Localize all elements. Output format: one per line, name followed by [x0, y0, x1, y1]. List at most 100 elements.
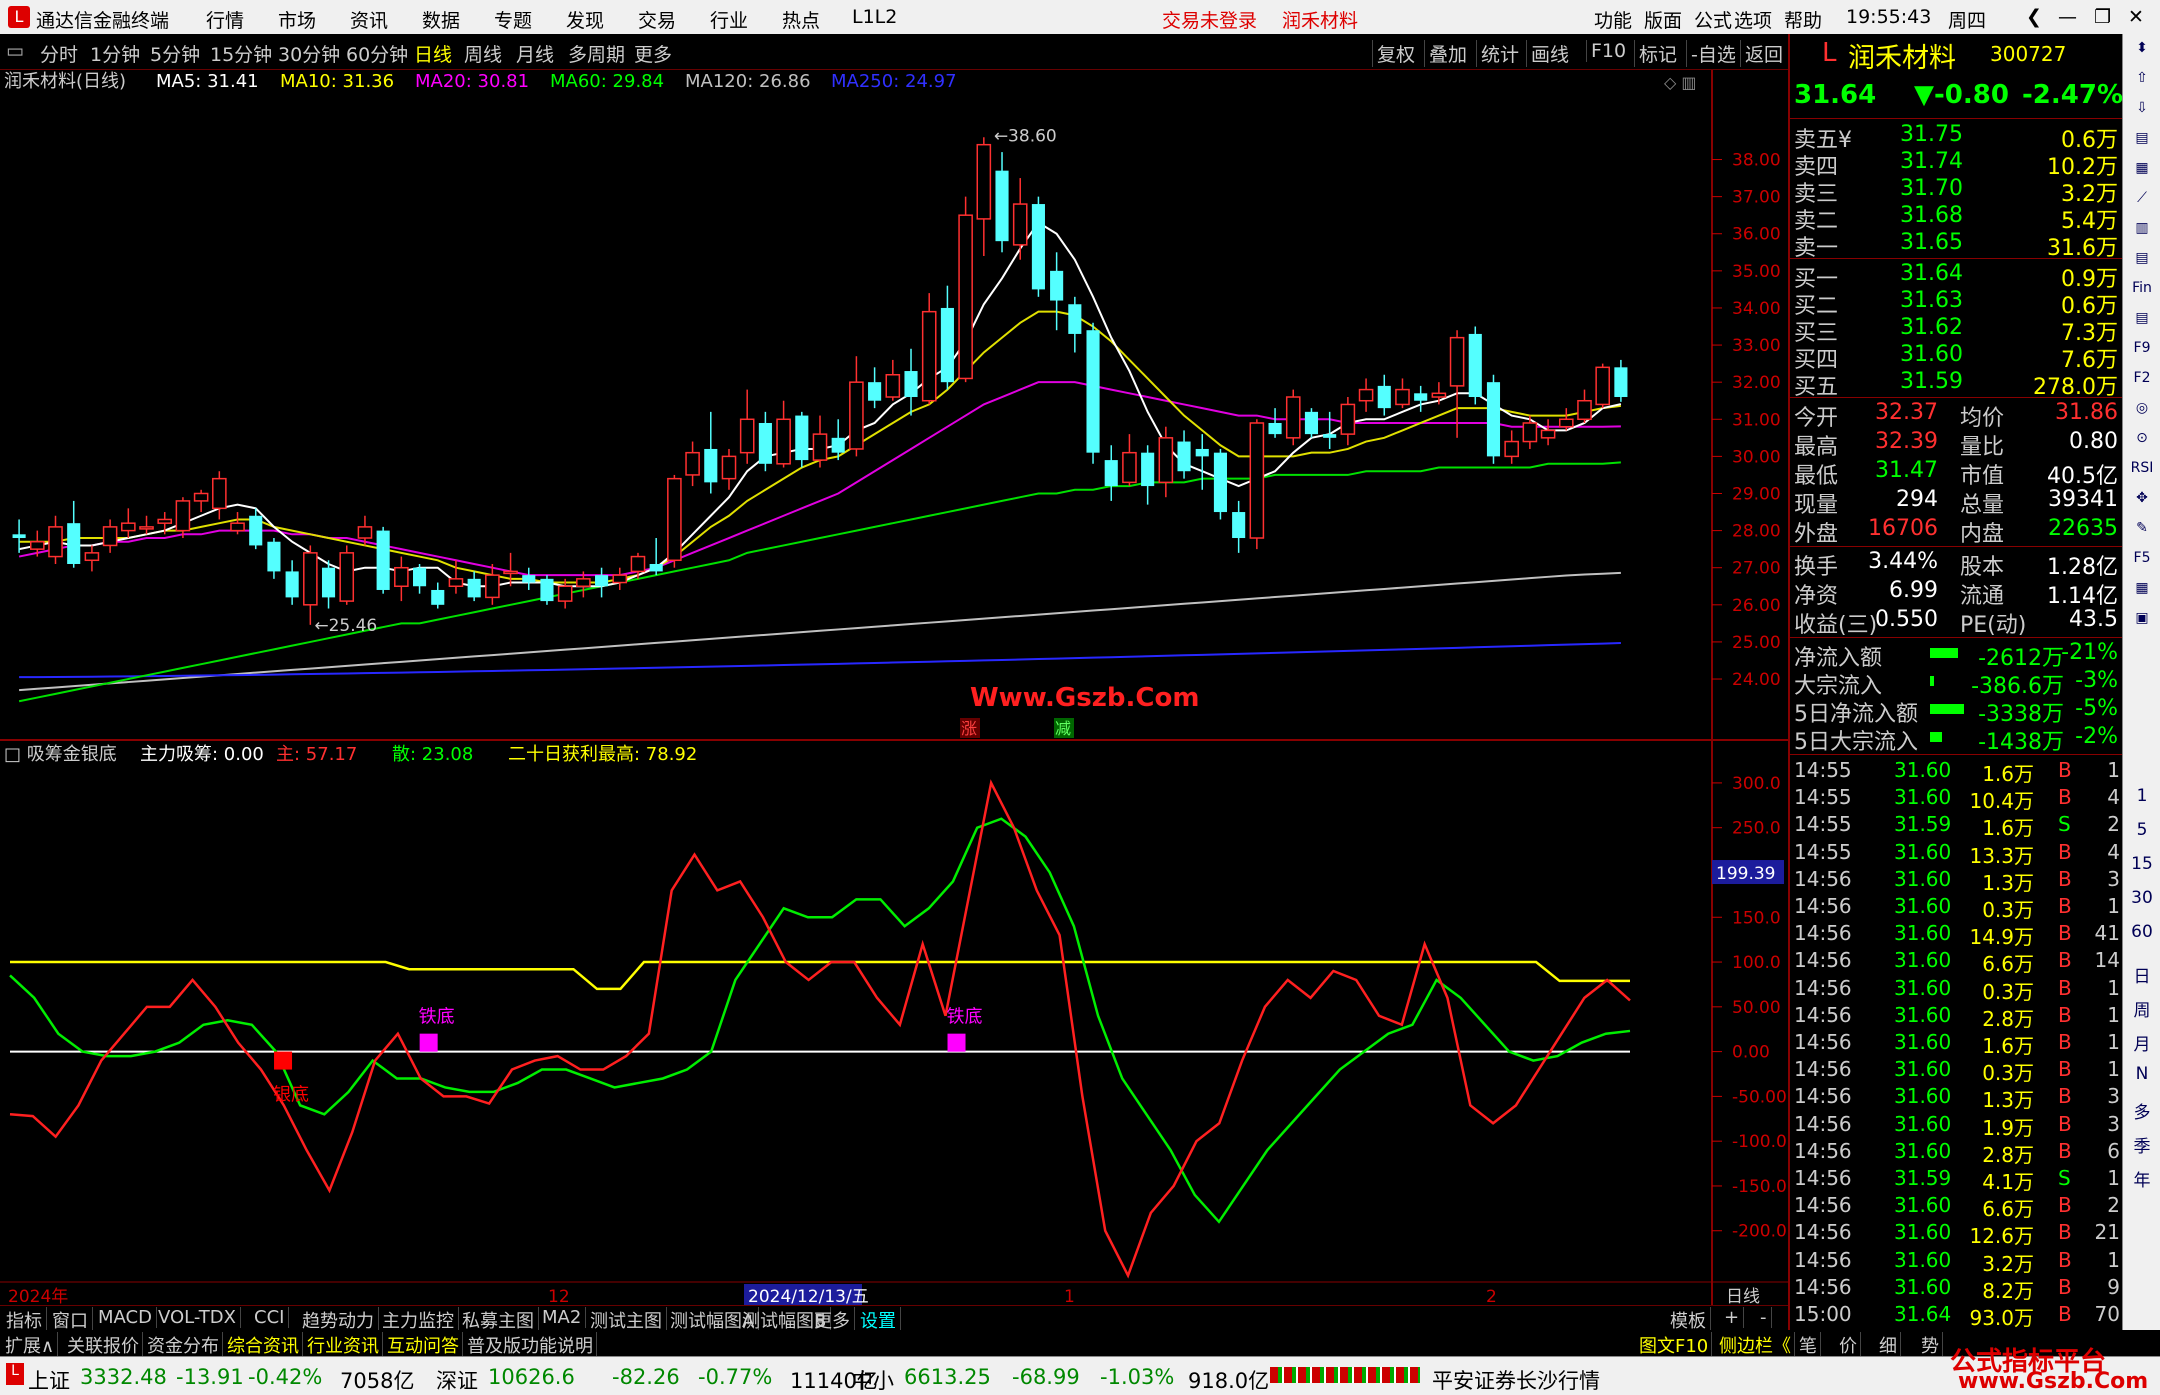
indicator-tab-8[interactable]: MA2: [538, 1307, 587, 1328]
chart-nav-icon[interactable]: ◇ ▥: [1664, 73, 1697, 92]
ext-tab-3[interactable]: 综合资讯: [224, 1332, 303, 1358]
ext-right-2[interactable]: 笔: [1796, 1332, 1821, 1358]
right-menu-0[interactable]: 功能: [1594, 6, 1632, 33]
menu-item-9[interactable]: L1L2: [852, 6, 897, 28]
sidebar-tool-icon-10[interactable]: F9: [2127, 340, 2157, 366]
chart-area[interactable]: 润禾材料(日线) MA5: 31.41 MA10: 31.36 MA20: 30.81…: [0, 70, 1788, 1310]
timeframe-5[interactable]: 60分钟: [346, 40, 408, 67]
sidebar-num-1[interactable]: 5: [2127, 820, 2157, 846]
timeframe-4[interactable]: 30分钟: [278, 40, 340, 67]
right-menu-4[interactable]: 帮助: [1784, 6, 1822, 33]
sidebar-tool-icon-14[interactable]: RSI: [2127, 460, 2157, 486]
sidebar-period-6[interactable]: 年: [2127, 1166, 2157, 1192]
ext-tab-1[interactable]: 关联报价: [64, 1332, 143, 1358]
stat-row-3: 现量 294 总量 39341: [1790, 487, 2124, 518]
ext-right-5[interactable]: 势: [1918, 1332, 1943, 1358]
price-tick-6: 32.00: [1732, 373, 1781, 393]
chart-tool-2[interactable]: 统计: [1476, 40, 1519, 67]
sidebar-num-0[interactable]: 1: [2127, 786, 2157, 812]
ext-right-1[interactable]: 侧边栏《: [1716, 1332, 1795, 1358]
sidebar-tool-icon-12[interactable]: ◎: [2127, 400, 2157, 426]
ext-tab-2[interactable]: 资金分布: [144, 1332, 223, 1358]
menu-item-2[interactable]: 资讯: [350, 6, 388, 33]
trade-status[interactable]: 交易未登录: [1162, 6, 1257, 33]
timeframe-10[interactable]: 更多: [634, 40, 672, 67]
index-name-0[interactable]: 上证: [28, 1365, 70, 1395]
sidebar-tool-icon-13[interactable]: ⊙: [2127, 430, 2157, 456]
ext-tab-4[interactable]: 行业资讯: [304, 1332, 383, 1358]
timeframe-3[interactable]: 15分钟: [210, 40, 272, 67]
menu-item-8[interactable]: 热点: [782, 6, 820, 33]
sidebar-tool-icon-15[interactable]: ✥: [2127, 490, 2157, 516]
timeframe-8[interactable]: 月线: [516, 40, 554, 67]
sidebar-tool-icon-19[interactable]: ▣: [2127, 610, 2157, 636]
sidebar-tool-icon-17[interactable]: F5: [2127, 550, 2157, 576]
sidebar-tool-icon-7[interactable]: ▤: [2127, 250, 2157, 276]
ext-right-0[interactable]: 图文F10: [1636, 1332, 1713, 1358]
timeframe-2[interactable]: 5分钟: [150, 40, 200, 67]
menu-item-5[interactable]: 发现: [566, 6, 604, 33]
sidebar-tool-icon-4[interactable]: ▦: [2127, 160, 2157, 186]
menu-item-3[interactable]: 数据: [422, 6, 460, 33]
sidebar-tool-icon-5[interactable]: ⟋: [2127, 190, 2157, 216]
chart-tool-5[interactable]: 标记: [1634, 40, 1677, 67]
timeframe-7[interactable]: 周线: [464, 40, 502, 67]
toggle-icon[interactable]: ▭: [6, 40, 24, 62]
right-menu-1[interactable]: 版面: [1644, 6, 1682, 33]
sidebar-tool-icon-3[interactable]: ▤: [2127, 130, 2157, 156]
sidebar-period-4[interactable]: 多: [2127, 1098, 2157, 1124]
index-name-1[interactable]: 深证: [436, 1365, 478, 1395]
chart-tool-4[interactable]: F10: [1586, 40, 1626, 62]
sidebar-tool-icon-11[interactable]: F2: [2127, 370, 2157, 396]
timeframe-0[interactable]: 分时: [40, 40, 78, 67]
chart-tool-0[interactable]: 复权: [1372, 40, 1415, 67]
sidebar-tool-icon-18[interactable]: ▦: [2127, 580, 2157, 606]
timeframe-6[interactable]: 日线: [414, 40, 452, 67]
menu-item-1[interactable]: 市场: [278, 6, 316, 33]
indicator-tab-4[interactable]: CCI: [250, 1307, 290, 1328]
chart-tool-3[interactable]: 画线: [1526, 40, 1569, 67]
sidebar-period-2[interactable]: 月: [2127, 1030, 2157, 1056]
sidebar-num-3[interactable]: 30: [2127, 888, 2157, 914]
sidebar-period-1[interactable]: 周: [2127, 996, 2157, 1022]
sidebar-num-2[interactable]: 15: [2127, 854, 2157, 880]
chart-tool-1[interactable]: 叠加: [1424, 40, 1467, 67]
right-menu-2[interactable]: 公式: [1694, 6, 1732, 33]
chart-svg[interactable]: 润禾材料(日线) MA5: 31.41 MA10: 31.36 MA20: 30.81…: [0, 70, 1788, 1306]
sidebar-period-5[interactable]: 季: [2127, 1132, 2157, 1158]
zoom-in-button[interactable]: +: [1720, 1307, 1745, 1328]
timeframe-9[interactable]: 多周期: [568, 40, 625, 67]
sidebar-period-0[interactable]: 日: [2127, 962, 2157, 988]
menu-item-6[interactable]: 交易: [638, 6, 676, 33]
indicator-tab-3[interactable]: VOL-TDX: [154, 1307, 241, 1328]
sidebar-tool-icon-8[interactable]: Fin: [2127, 280, 2157, 306]
ext-right-4[interactable]: 细: [1876, 1332, 1901, 1358]
zoom-out-button[interactable]: -: [1756, 1307, 1772, 1328]
sidebar-tool-icon-2[interactable]: ⇩: [2127, 100, 2157, 126]
chart-tool-7[interactable]: 返回: [1740, 40, 1783, 67]
sidebar-tool-icon-16[interactable]: ✎: [2127, 520, 2157, 546]
close-icon[interactable]: ✕: [2128, 6, 2144, 28]
menu-item-0[interactable]: 行情: [206, 6, 244, 33]
sidebar-period-3[interactable]: N: [2127, 1064, 2157, 1090]
back-icon[interactable]: ❮: [2026, 6, 2042, 28]
minimize-icon[interactable]: —: [2058, 6, 2077, 28]
sidebar-tool-icon-0[interactable]: ⬍: [2127, 40, 2157, 66]
index-name-2[interactable]: 中小: [852, 1365, 894, 1395]
ext-tab-6[interactable]: 普及版功能说明: [464, 1332, 597, 1358]
restore-icon[interactable]: ❐: [2094, 6, 2111, 28]
right-menu-3[interactable]: 选项: [1734, 6, 1772, 33]
tick-count: 4: [2107, 785, 2120, 810]
timeframe-1[interactable]: 1分钟: [90, 40, 140, 67]
sidebar-tool-icon-1[interactable]: ⇧: [2127, 70, 2157, 96]
sidebar-num-4[interactable]: 60: [2127, 922, 2157, 948]
sidebar-tool-icon-9[interactable]: ▤: [2127, 310, 2157, 336]
sidebar-tool-icon-6[interactable]: ▥: [2127, 220, 2157, 246]
ext-tab-0[interactable]: 扩展∧: [2, 1332, 59, 1358]
ext-tab-5[interactable]: 互动问答: [384, 1332, 463, 1358]
ext-right-3[interactable]: 价: [1836, 1332, 1861, 1358]
indicator-tab-2[interactable]: MACD: [94, 1307, 157, 1328]
chart-tool-6[interactable]: -自选: [1686, 40, 1736, 67]
menu-item-4[interactable]: 专题: [494, 6, 532, 33]
menu-item-7[interactable]: 行业: [710, 6, 748, 33]
